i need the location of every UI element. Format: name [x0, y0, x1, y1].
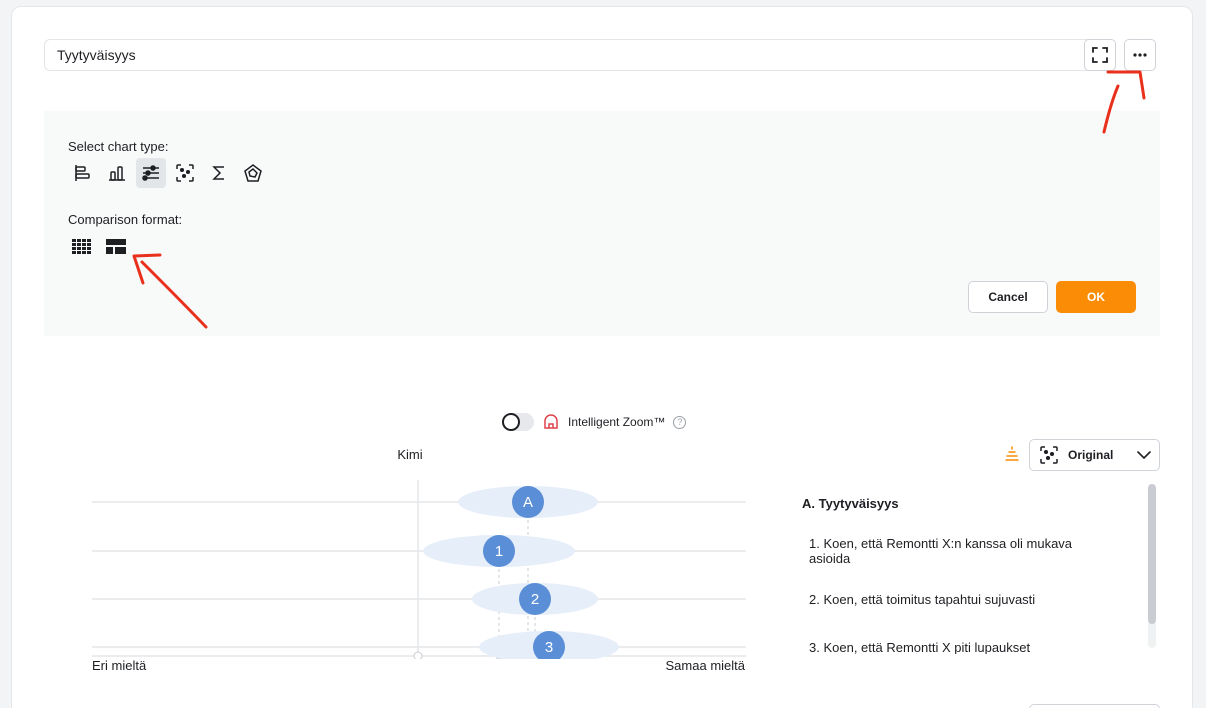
comparison-format-table[interactable]	[104, 235, 128, 259]
comparison-format-selector	[70, 235, 128, 259]
scatter-chart-icon	[1040, 446, 1058, 464]
legend-heading: A. Tyytyväisyys	[802, 496, 899, 511]
fullscreen-icon	[1092, 47, 1108, 63]
chart-type-sliders[interactable]	[136, 158, 166, 188]
chart-type-label: Select chart type:	[68, 139, 169, 154]
axis-left-label: Eri mieltä	[92, 658, 147, 673]
grid-icon	[72, 239, 91, 254]
chart-gridlines	[92, 501, 746, 657]
slider-chart: A 1 2 3	[88, 480, 750, 666]
chart-settings-panel: Select chart type: Comparison format: Ca…	[44, 111, 1160, 336]
horizontal-bar-chart-icon	[75, 165, 90, 181]
zoom-brain-icon	[544, 414, 558, 429]
widget-title-field[interactable]: Tyytyväisyys	[44, 39, 1116, 71]
marker-label-a: A	[523, 494, 533, 511]
chart-type-radar[interactable]	[238, 158, 268, 188]
axis-right-label: Samaa mieltä	[665, 658, 745, 673]
chevron-down-icon	[1137, 451, 1151, 459]
legend-item: 1. Koen, että Remontti X:n kanssa oli mu…	[809, 536, 1073, 566]
vertical-bar-chart-icon	[109, 166, 125, 181]
intelligent-zoom-label: Intelligent Zoom™	[568, 415, 666, 429]
radar-chart-icon	[244, 164, 262, 182]
intelligent-zoom-row: Intelligent Zoom™ ?	[502, 413, 687, 431]
ellipsis-icon	[1133, 53, 1147, 57]
toggle-knob	[502, 413, 520, 431]
view-mode-dropdown[interactable]: Original	[1029, 439, 1160, 471]
dropdown-value: Original	[1068, 448, 1114, 462]
chart-type-horizontal-bar[interactable]	[68, 158, 98, 188]
cancel-button[interactable]: Cancel	[968, 281, 1048, 313]
chart-type-selector	[68, 158, 268, 188]
chart-type-sum[interactable]	[204, 158, 234, 188]
chart-legend: A. Tyytyväisyys 1. Koen, että Remontti X…	[790, 484, 1150, 654]
marker-label-2: 2	[531, 591, 539, 608]
ok-button[interactable]: OK	[1056, 281, 1136, 313]
bottom-button[interactable]	[1029, 704, 1160, 708]
scatter-chart-icon	[176, 164, 194, 182]
sliders-chart-icon	[142, 165, 159, 181]
legend-item: 2. Koen, että toimitus tapahtui sujuvast…	[809, 592, 1036, 607]
more-options-button[interactable]	[1124, 39, 1156, 71]
chart-marker-3[interactable]: 3	[533, 631, 565, 663]
comparison-format-label: Comparison format:	[68, 212, 183, 227]
marker-label-3: 3	[545, 639, 553, 656]
series-label: Kimi	[397, 447, 423, 462]
comparison-format-grid[interactable]	[70, 235, 94, 259]
sigma-icon	[212, 166, 224, 180]
chart-marker-a[interactable]: A	[512, 486, 544, 518]
chart-marker-2[interactable]: 2	[519, 583, 551, 615]
chart-marker-1[interactable]: 1	[483, 535, 515, 567]
intelligent-zoom-toggle[interactable]	[502, 413, 534, 431]
chart-type-vertical-bar[interactable]	[102, 158, 132, 188]
legend-scrollbar[interactable]	[1148, 484, 1156, 648]
scrollbar-thumb[interactable]	[1148, 484, 1156, 624]
help-icon[interactable]: ?	[673, 415, 687, 429]
fullscreen-button[interactable]	[1084, 39, 1116, 71]
legend-item: 3. Koen, että Remontti X piti lupaukset	[809, 640, 1031, 654]
widget-title: Tyytyväisyys	[57, 47, 136, 63]
table-icon	[106, 239, 126, 254]
sort-icon[interactable]	[1004, 446, 1020, 462]
chart-type-scatter[interactable]	[170, 158, 200, 188]
marker-label-1: 1	[495, 543, 503, 560]
